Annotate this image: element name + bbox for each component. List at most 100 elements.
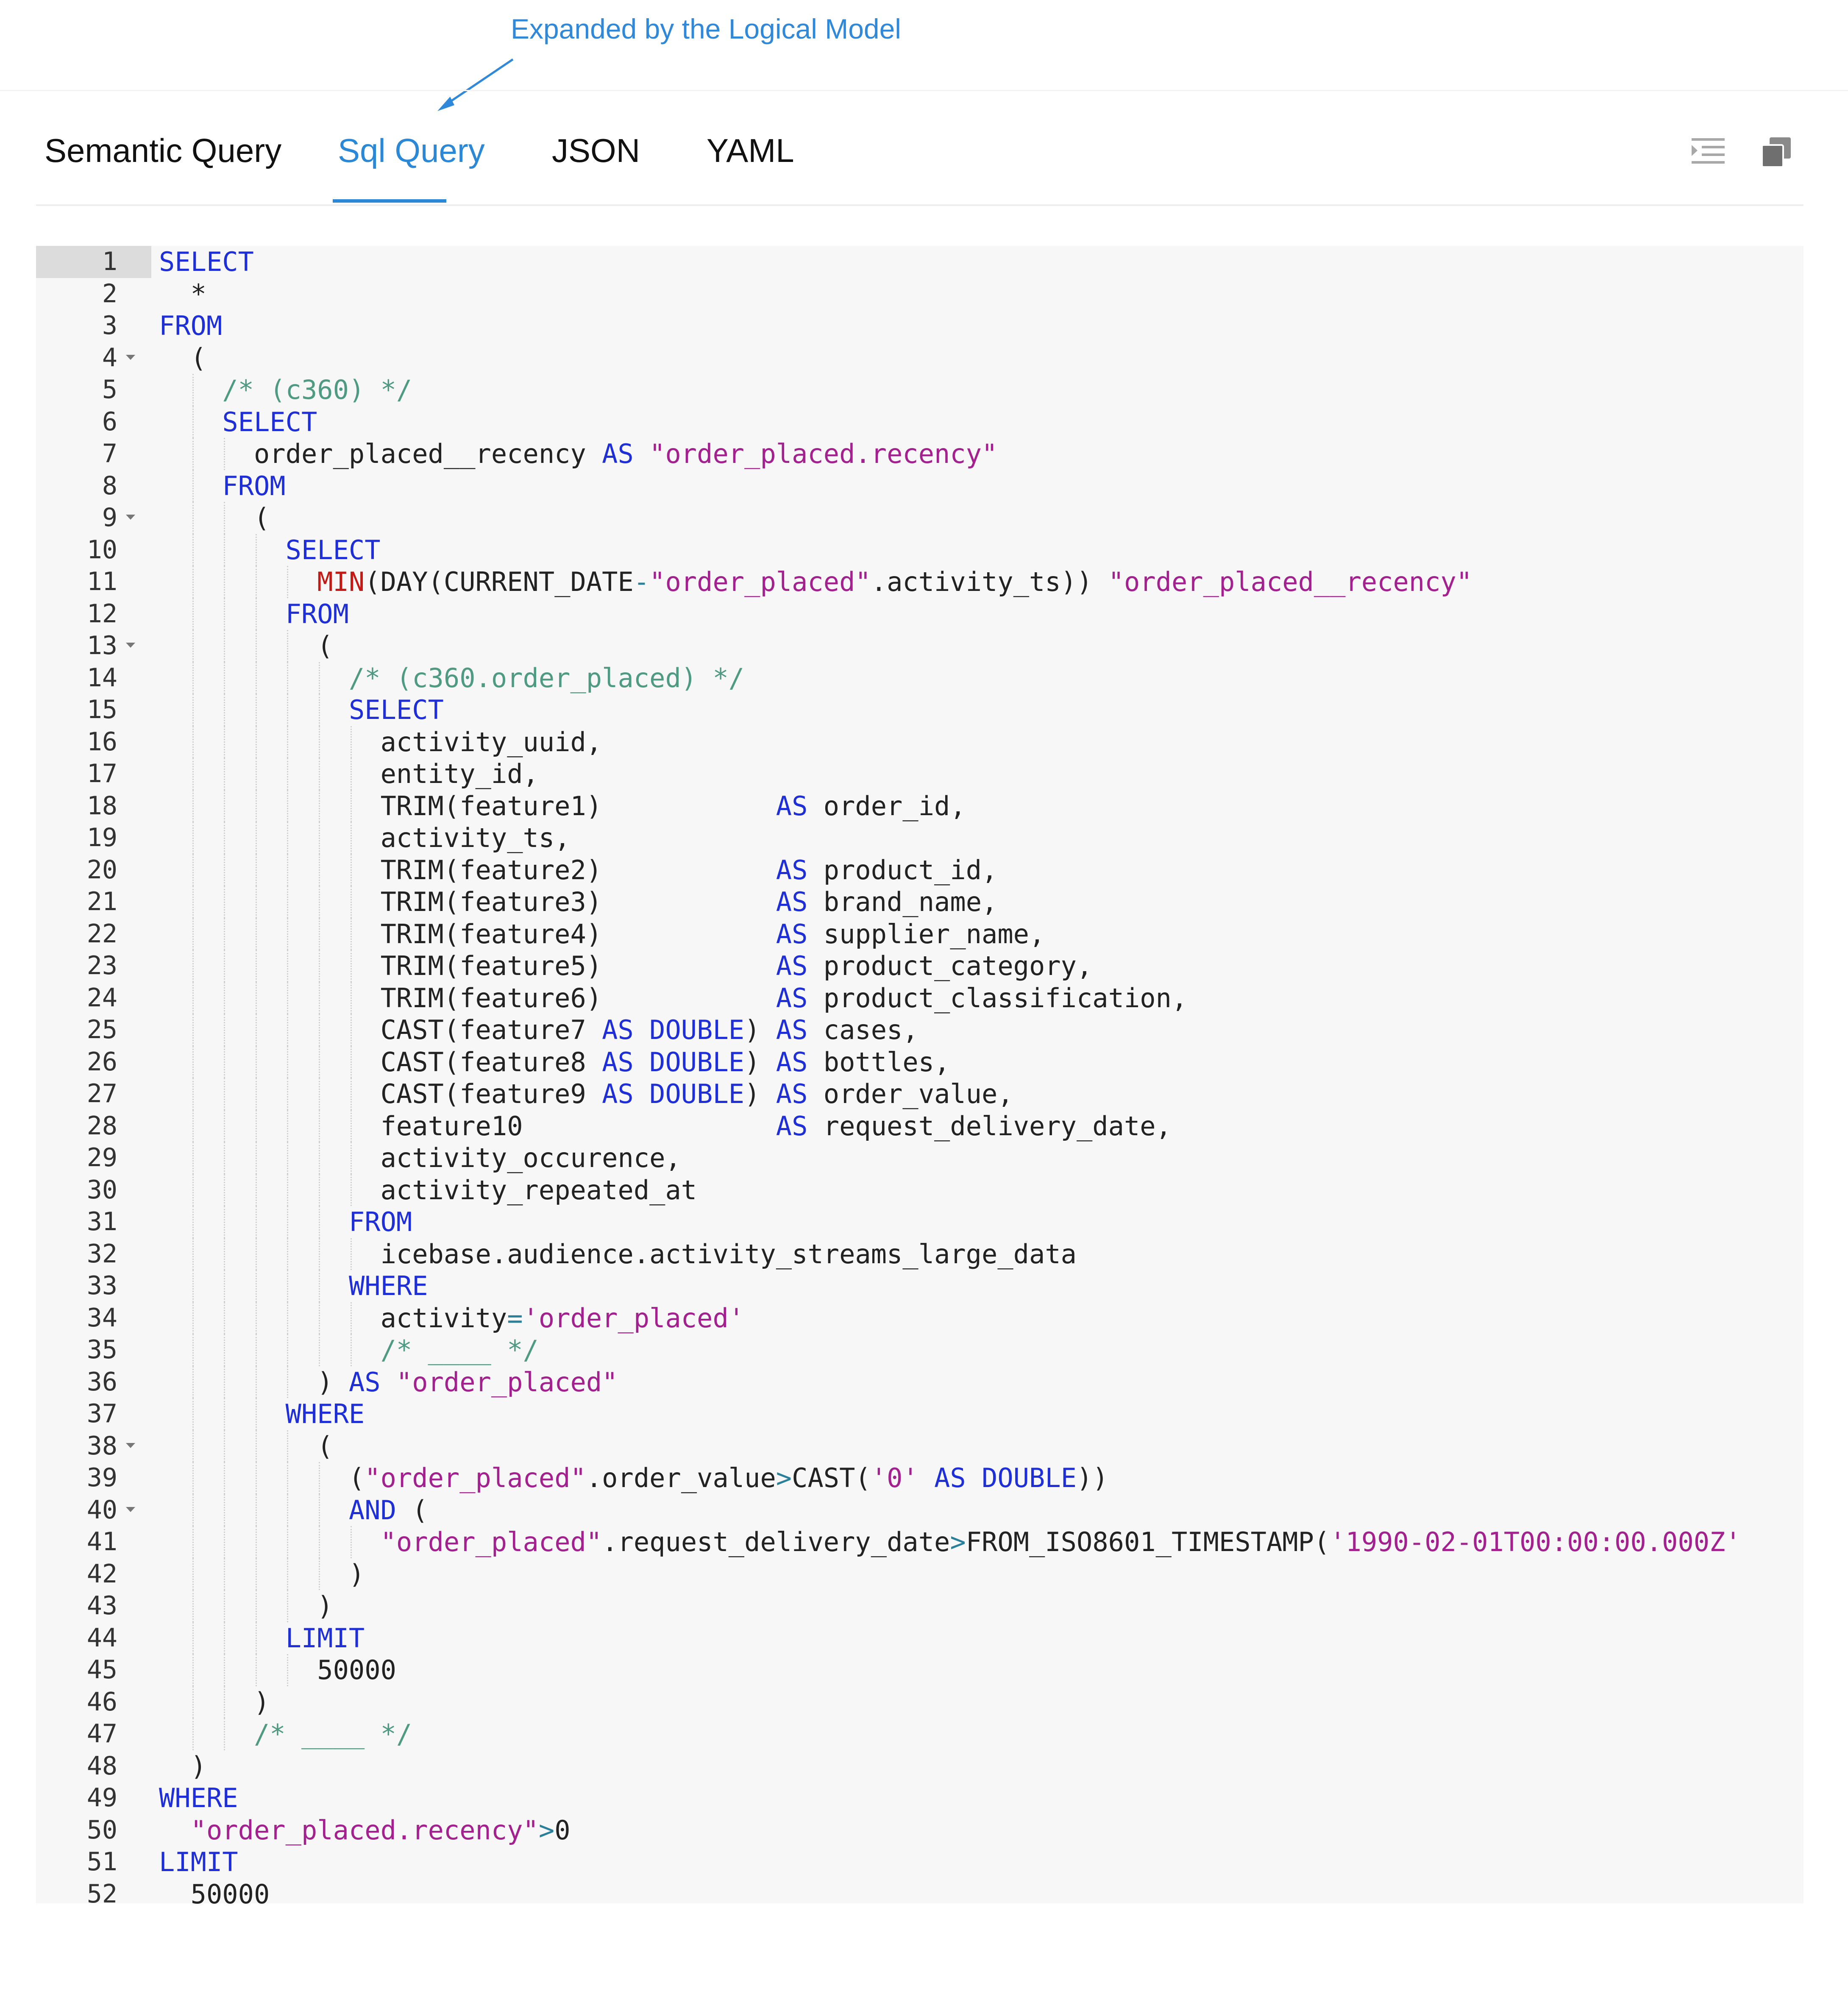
indent-guide bbox=[287, 822, 289, 854]
indent-guide bbox=[255, 1238, 257, 1270]
indent-guide bbox=[224, 1654, 225, 1686]
indent-guide bbox=[319, 1238, 320, 1270]
indent-guide bbox=[192, 1142, 194, 1174]
indent-guide bbox=[192, 1526, 194, 1558]
indent-guide bbox=[224, 854, 225, 886]
line-number: 39 bbox=[86, 1463, 117, 1493]
fold-toggle-icon[interactable] bbox=[126, 643, 135, 648]
line-number: 30 bbox=[86, 1175, 117, 1205]
indent-guide bbox=[287, 1014, 289, 1046]
fold-toggle-icon[interactable] bbox=[126, 515, 135, 520]
code-line: WHERE bbox=[348, 1270, 428, 1301]
active-tab-indicator bbox=[333, 199, 446, 203]
indent-guide bbox=[224, 1590, 225, 1622]
sql-editor[interactable]: 1 2 3 4 5 6 7 8 9 10 11 12 13 14 15 16 17 18 19 20 21 22 23 24 2… bbox=[36, 246, 1803, 1910]
indent-guide bbox=[192, 886, 194, 918]
copy-button[interactable] bbox=[1757, 133, 1795, 171]
code-line: /* ____ */ bbox=[159, 1334, 539, 1365]
format-button[interactable] bbox=[1689, 133, 1727, 171]
code-line: FROM bbox=[222, 470, 286, 501]
indent-guide bbox=[224, 534, 225, 566]
indent-guide bbox=[350, 854, 352, 886]
indent-guide bbox=[224, 950, 225, 982]
code-line: /* (c360) */ bbox=[159, 374, 412, 405]
code-line: MIN(DAY(CURRENT_DATE-"order_placed".acti… bbox=[317, 566, 1472, 597]
code-line: "order_placed.recency">0 bbox=[190, 1814, 571, 1846]
indent-guide bbox=[350, 1174, 352, 1206]
tab-yaml[interactable]: YAML bbox=[707, 131, 794, 170]
tab-json[interactable]: JSON bbox=[552, 131, 640, 170]
indent-guide bbox=[319, 694, 320, 726]
code-line: FROM bbox=[348, 1206, 412, 1237]
code-area[interactable]: SELECT * FROM ( /* (c360) */ SELECT order… bbox=[159, 246, 1803, 1910]
indent-guide bbox=[224, 598, 225, 630]
indent-guide bbox=[350, 726, 352, 758]
indent-guide bbox=[192, 950, 194, 982]
code-line: SELECT bbox=[285, 534, 381, 565]
indent-guide bbox=[287, 758, 289, 790]
indent-guide bbox=[287, 1430, 289, 1462]
indent-guide bbox=[224, 630, 225, 662]
indent-guide bbox=[255, 1558, 257, 1590]
indent-guide bbox=[319, 982, 320, 1014]
line-number: 33 bbox=[86, 1271, 117, 1301]
indent-guide bbox=[192, 1078, 194, 1110]
code-line: TRIM(feature3) AS brand_name, bbox=[159, 886, 998, 917]
indent-guide bbox=[287, 1078, 289, 1110]
tab-bar-divider bbox=[36, 204, 1803, 206]
indent-guide bbox=[319, 1078, 320, 1110]
indent-guide bbox=[192, 598, 194, 630]
code-line: /* (c360.order_placed) */ bbox=[159, 662, 745, 694]
indent-guide bbox=[192, 726, 194, 758]
code-line: activity_repeated_at bbox=[159, 1174, 697, 1206]
line-number: 37 bbox=[86, 1399, 117, 1429]
code-line: entity_id, bbox=[159, 758, 539, 789]
indent-guide bbox=[192, 1686, 194, 1718]
indent-guide bbox=[287, 630, 289, 662]
line-number: 48 bbox=[86, 1751, 117, 1781]
line-number: 25 bbox=[86, 1015, 117, 1044]
line-number: 17 bbox=[86, 759, 117, 788]
indent-guide bbox=[255, 1622, 257, 1654]
indent-guide bbox=[287, 1238, 289, 1270]
code-line: feature10 AS request_delivery_date, bbox=[159, 1110, 1172, 1142]
indent-guide bbox=[192, 822, 194, 854]
code-line: CAST(feature7 AS DOUBLE) AS cases, bbox=[159, 1014, 918, 1045]
line-number: 3 bbox=[102, 311, 117, 340]
fold-toggle-icon[interactable] bbox=[126, 1443, 135, 1448]
fold-toggle-icon[interactable] bbox=[126, 354, 135, 360]
indent-guide bbox=[287, 1142, 289, 1174]
indent-guide bbox=[224, 1430, 225, 1462]
indent-guide bbox=[224, 662, 225, 694]
indent-guide bbox=[192, 982, 194, 1014]
indent-guide bbox=[192, 918, 194, 950]
line-number: 32 bbox=[86, 1239, 117, 1269]
line-number: 42 bbox=[86, 1559, 117, 1589]
code-line: TRIM(feature2) AS product_id, bbox=[159, 854, 998, 886]
indent-guide bbox=[224, 918, 225, 950]
indent-guide bbox=[192, 1718, 194, 1750]
indent-guide bbox=[255, 1078, 257, 1110]
tab-sql-query[interactable]: Sql Query bbox=[338, 131, 485, 170]
line-number: 11 bbox=[86, 567, 117, 596]
indent-guide bbox=[255, 662, 257, 694]
line-number: 34 bbox=[86, 1303, 117, 1333]
indent-guide bbox=[350, 758, 352, 790]
indent-guide bbox=[319, 822, 320, 854]
indent-guide bbox=[319, 854, 320, 886]
indent-guide bbox=[319, 1526, 320, 1558]
line-number: 51 bbox=[86, 1847, 117, 1877]
indent-guide bbox=[287, 1110, 289, 1142]
tab-semantic-query[interactable]: Semantic Query bbox=[45, 131, 281, 170]
indent-guide bbox=[255, 1590, 257, 1622]
indent-guide bbox=[192, 854, 194, 886]
indent-guide bbox=[287, 566, 289, 598]
code-line: ("order_placed".order_value>CAST('0' AS … bbox=[159, 1462, 1108, 1493]
code-line: CAST(feature9 AS DOUBLE) AS order_value, bbox=[159, 1078, 1013, 1109]
code-line: order_placed__recency AS "order_placed.r… bbox=[159, 438, 998, 469]
indent-guide bbox=[255, 1526, 257, 1558]
indent-guide bbox=[287, 854, 289, 886]
line-number: 40 bbox=[36, 1494, 151, 1526]
indent-guide bbox=[287, 886, 289, 918]
fold-toggle-icon[interactable] bbox=[126, 1507, 135, 1512]
